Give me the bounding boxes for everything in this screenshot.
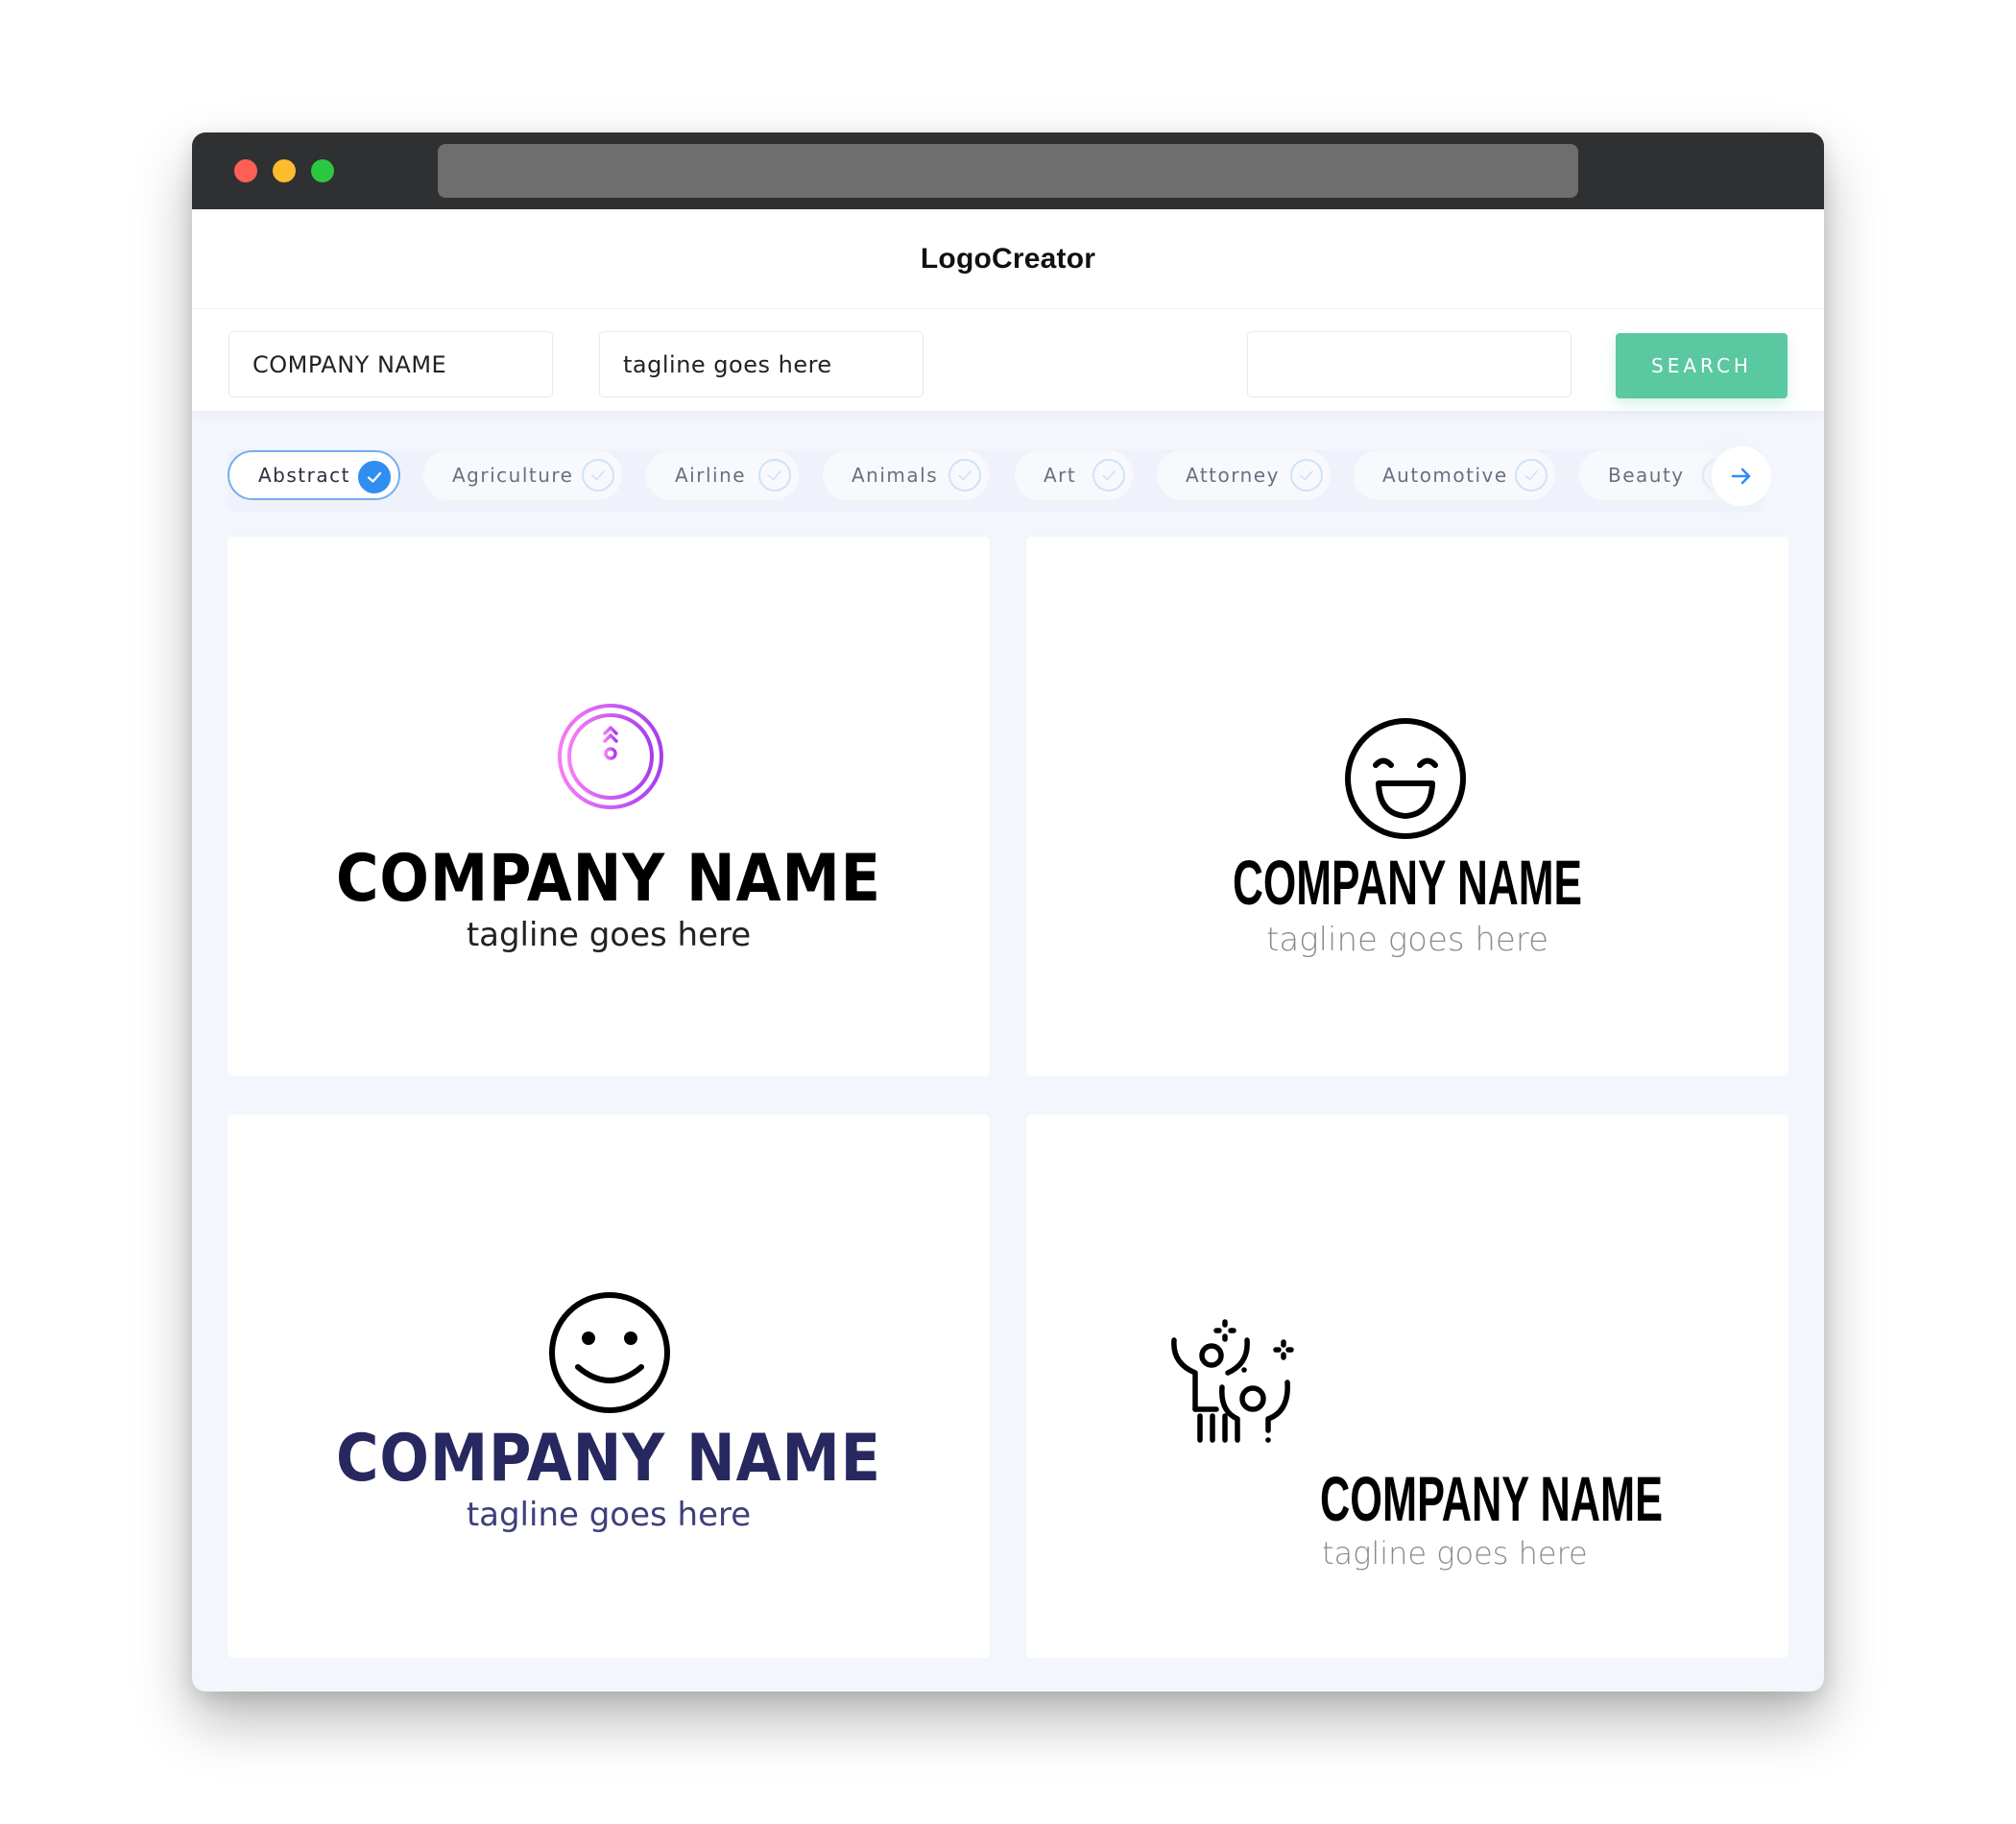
category-chip-automotive[interactable]: Automotive	[1354, 450, 1555, 500]
logo-card[interactable]: COMPANY NAME tagline goes here	[228, 537, 990, 1076]
app-title: LogoCreator	[920, 242, 1096, 275]
smiley-face-icon	[549, 1292, 670, 1413]
keyword-input[interactable]	[1247, 331, 1572, 397]
category-chip-label: Abstract	[258, 464, 350, 487]
logo-tagline: tagline goes here	[1266, 921, 1548, 959]
logo-card[interactable]: COMPANY NAME tagline goes here	[1026, 537, 1788, 1076]
logo-card[interactable]: COMPANY NAME tagline goes here	[1026, 1115, 1788, 1658]
category-chip-attorney[interactable]: Attorney	[1157, 450, 1331, 500]
category-chip-label: Art	[1044, 464, 1077, 487]
category-chip-airline[interactable]: Airline	[646, 450, 799, 500]
logo-card[interactable]: COMPANY NAME tagline goes here	[228, 1115, 990, 1658]
close-window-button[interactable]	[234, 159, 257, 182]
check-icon	[1092, 459, 1125, 492]
address-bar[interactable]	[438, 144, 1578, 198]
category-chip-agriculture[interactable]: Agriculture	[423, 450, 622, 500]
next-categories-button[interactable]	[1712, 446, 1771, 506]
category-chip-animals[interactable]: Animals	[823, 450, 989, 500]
check-icon	[948, 459, 981, 492]
search-button[interactable]: SEARCH	[1616, 333, 1788, 398]
category-chip-label: Airline	[675, 464, 747, 487]
category-chip-label: Agriculture	[452, 464, 574, 487]
category-chip-label: Attorney	[1186, 464, 1280, 487]
logo-company-name: COMPANY NAME	[1320, 1463, 1663, 1534]
check-icon	[1290, 459, 1323, 492]
logo-tagline: tagline goes here	[466, 1496, 752, 1534]
category-chip-label: Animals	[852, 464, 939, 487]
company-name-input[interactable]: COMPANY NAME	[228, 331, 553, 397]
check-icon	[1515, 459, 1548, 492]
check-icon	[358, 461, 391, 493]
laughing-face-icon	[1345, 718, 1466, 839]
logo-company-name: COMPANY NAME	[1233, 847, 1582, 918]
arrow-right-icon	[1731, 468, 1751, 485]
window-titlebar	[192, 132, 1824, 209]
category-chip-label: Beauty	[1608, 464, 1685, 487]
category-chip-abstract[interactable]: Abstract	[228, 450, 400, 500]
celebrating-people-icon	[1171, 1319, 1294, 1443]
category-chip-art[interactable]: Art	[1015, 450, 1133, 500]
tagline-input[interactable]: tagline goes here	[599, 331, 924, 397]
search-bar: COMPANY NAME tagline goes here SEARCH	[192, 308, 1824, 411]
browser-window: LogoCreator COMPANY NAME tagline goes he…	[192, 132, 1824, 1692]
maximize-window-button[interactable]	[311, 159, 334, 182]
category-filter-bar: Abstract Agriculture Airline Animals Art…	[192, 411, 1824, 536]
logo-tagline: tagline goes here	[1322, 1535, 1588, 1572]
category-chip-label: Automotive	[1382, 464, 1508, 487]
minimize-window-button[interactable]	[273, 159, 296, 182]
check-icon	[758, 459, 791, 492]
logo-tagline: tagline goes here	[466, 916, 752, 954]
logo-company-name: COMPANY NAME	[336, 841, 881, 917]
clock-icon	[558, 704, 663, 809]
check-icon	[582, 459, 614, 492]
app-header: LogoCreator	[192, 209, 1824, 308]
logo-company-name: COMPANY NAME	[336, 1421, 881, 1497]
